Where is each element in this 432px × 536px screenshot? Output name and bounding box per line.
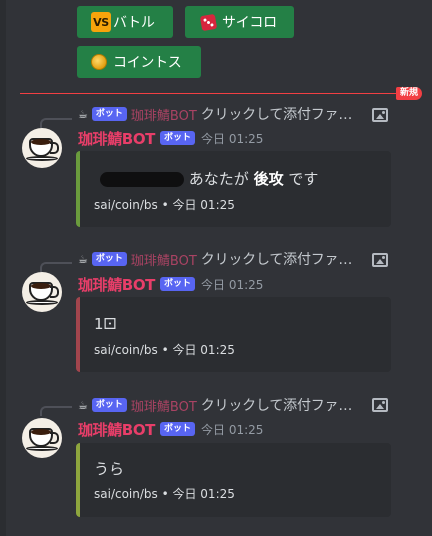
bot-tag: ボット: [91, 252, 127, 266]
reply-reference[interactable]: ☕ ボット 珈琲鯖BOT クリックして添付ファ…: [78, 249, 353, 269]
dice-icon: [199, 13, 218, 31]
coin-toss-button[interactable]: コイントス: [77, 46, 201, 78]
new-messages-badge: 新規: [396, 87, 423, 100]
reply-reference[interactable]: ☕ ボット 珈琲鯖BOT クリックして添付ファ…: [78, 104, 353, 124]
message-header: 珈琲鯖BOT ボット 今日 01:25: [78, 128, 263, 149]
reply-preview[interactable]: クリックして添付ファ…: [201, 395, 353, 415]
image-icon: [372, 253, 388, 267]
coffee-avatar-mini-icon: ☕: [78, 398, 88, 412]
cup-handle-shape: [50, 286, 59, 298]
coffee-avatar-mini-icon: ☕: [78, 252, 88, 266]
image-icon: [372, 108, 388, 122]
battle-button[interactable]: VS バトル: [77, 6, 173, 38]
reply-connector: [40, 406, 72, 416]
redacted-mention: [100, 172, 184, 187]
coin-icon: [91, 54, 107, 70]
coffee-shape: [31, 429, 51, 435]
cup-handle-shape: [50, 142, 59, 154]
new-messages-divider: [20, 93, 396, 94]
avatar[interactable]: [22, 128, 62, 168]
embed-footer: sai/coin/bs • 今日 01:25: [94, 487, 235, 501]
reply-reference[interactable]: ☕ ボット 珈琲鯖BOT クリックして添付ファ…: [78, 395, 353, 415]
message-timestamp[interactable]: 今日 01:25: [201, 421, 263, 438]
message-header: 珈琲鯖BOT ボット 今日 01:25: [78, 274, 263, 295]
avatar[interactable]: [22, 418, 62, 458]
reply-preview[interactable]: クリックして添付ファ…: [201, 104, 353, 124]
image-icon: [372, 398, 388, 412]
coffee-shape: [31, 283, 51, 289]
dice-button-label: サイコロ: [222, 15, 277, 31]
message-author[interactable]: 珈琲鯖BOT: [78, 128, 155, 149]
bot-tag: ボット: [91, 107, 127, 121]
embed: うら sai/coin/bs • 今日 01:25: [76, 443, 391, 517]
message-header: 珈琲鯖BOT ボット 今日 01:25: [78, 419, 263, 440]
message-author[interactable]: 珈琲鯖BOT: [78, 274, 155, 295]
reply-author[interactable]: 珈琲鯖BOT: [131, 396, 197, 415]
battle-button-label: バトル: [113, 15, 155, 31]
coffee-shape: [31, 139, 51, 145]
message-timestamp[interactable]: 今日 01:25: [201, 276, 263, 293]
reply-preview[interactable]: クリックして添付ファ…: [201, 249, 353, 269]
message-author[interactable]: 珈琲鯖BOT: [78, 419, 155, 440]
reply-author[interactable]: 珈琲鯖BOT: [131, 105, 197, 124]
bot-tag: ボット: [160, 131, 196, 145]
channel-sidebar-edge: [0, 0, 6, 536]
embed-description: うら: [94, 460, 125, 478]
embed-description: あなたが 後攻 です: [94, 168, 318, 189]
reply-connector: [40, 118, 72, 128]
reply-connector: [40, 262, 72, 272]
coffee-avatar-mini-icon: ☕: [78, 107, 88, 121]
bot-tag: ボット: [160, 277, 196, 291]
dice-button[interactable]: サイコロ: [185, 6, 294, 38]
message-timestamp[interactable]: 今日 01:25: [201, 130, 263, 147]
embed-footer: sai/coin/bs • 今日 01:25: [94, 198, 235, 212]
bot-tag: ボット: [160, 422, 196, 436]
bot-tag: ボット: [91, 398, 127, 412]
cup-handle-shape: [50, 432, 59, 444]
reply-author[interactable]: 珈琲鯖BOT: [131, 250, 197, 269]
vs-icon: VS: [91, 12, 111, 32]
embed: あなたが 後攻 です sai/coin/bs • 今日 01:25: [76, 151, 391, 227]
embed-description: 1⚀: [94, 315, 117, 333]
embed: 1⚀ sai/coin/bs • 今日 01:25: [76, 297, 391, 372]
avatar[interactable]: [22, 272, 62, 312]
embed-footer: sai/coin/bs • 今日 01:25: [94, 343, 235, 357]
coin-toss-button-label: コイントス: [113, 55, 182, 71]
